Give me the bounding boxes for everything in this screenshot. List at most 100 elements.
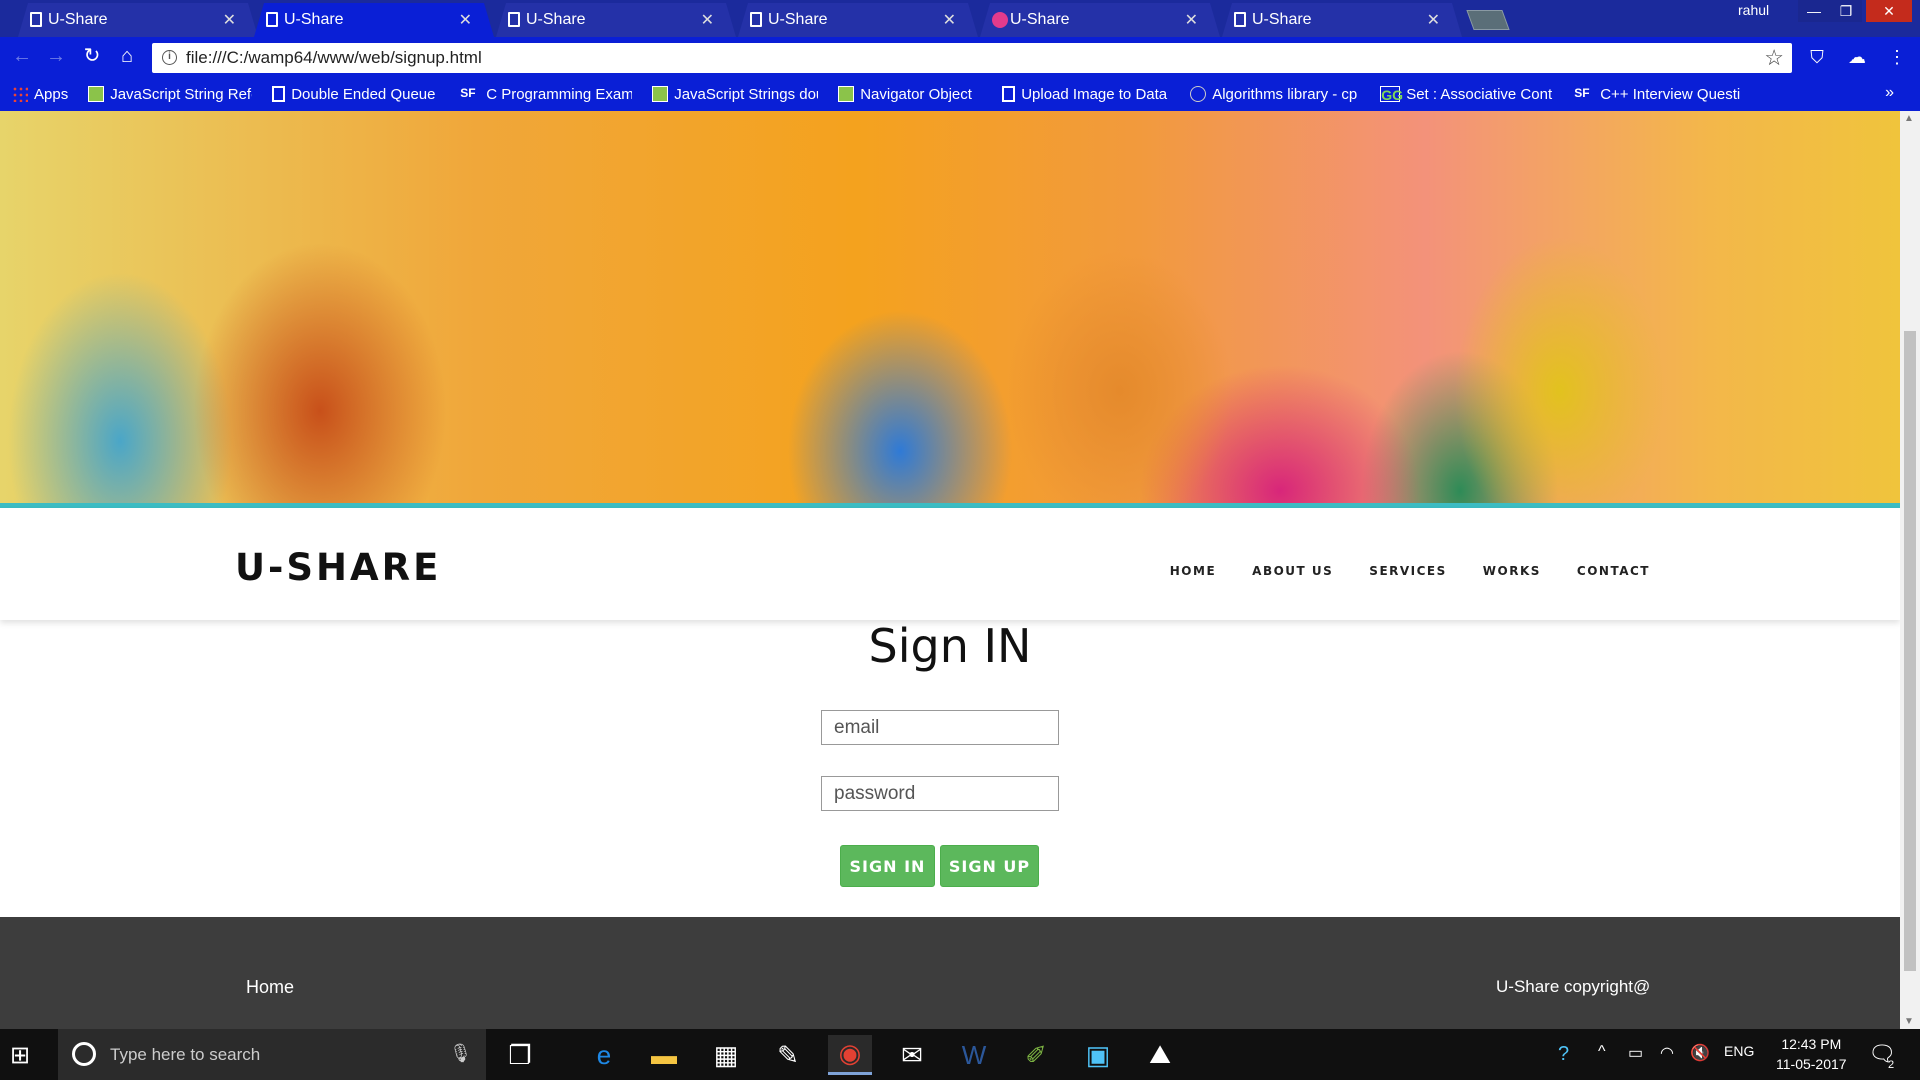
close-icon[interactable]: ✕ [1185,10,1198,30]
close-icon[interactable]: ✕ [701,10,714,30]
notification-count: 2 [1888,1059,1895,1071]
profile-name[interactable]: rahul [1738,2,1769,18]
bookmark-item[interactable]: JavaScript String Refe [88,86,252,103]
signin-button[interactable]: SIGN IN [840,845,935,887]
bookmark-item[interactable]: SF C++ Interview Questi [1574,86,1746,103]
restore-icon[interactable]: ❐ [1830,0,1862,22]
scroll-thumb[interactable] [1904,331,1916,971]
bookmark-label: C Programming Exam [486,85,633,103]
notepad-plus-icon[interactable]: ✐ [1014,1035,1058,1075]
bookmark-label: Navigator Object [860,85,972,103]
browser-tab[interactable]: U-Share ✕ [980,3,1220,37]
chevron-up-icon[interactable]: ^ [1598,1043,1606,1061]
bookmark-apps[interactable]: Apps [12,86,68,103]
browser-tab[interactable]: U-Share ✕ [738,3,978,37]
mail-icon[interactable]: ✉ [890,1035,934,1075]
bookmark-label: C++ Interview Questi [1600,85,1741,103]
volume-muted-icon[interactable]: 🔇 [1690,1043,1710,1063]
store-icon[interactable]: ▦ [704,1035,748,1075]
close-icon[interactable]: ✕ [1427,10,1440,30]
apps-grid-icon [12,86,28,102]
tab-title: U-Share [526,11,586,28]
bookmark-label: Apps [34,85,69,103]
page-icon [508,12,520,27]
help-icon[interactable]: ? [1558,1043,1569,1066]
bookmark-item[interactable]: JavaScript Strings dou [652,86,818,103]
email-field[interactable] [821,710,1059,745]
bookmark-label: Algorithms library - cp [1212,85,1358,103]
bookmark-label: JavaScript Strings dou [674,85,819,103]
chrome-icon[interactable]: ◉ [828,1035,872,1075]
scroll-up-arrow-icon[interactable]: ▲ [1904,113,1914,124]
star-bookmark-icon[interactable]: ☆ [1764,45,1784,71]
paint-icon[interactable]: ✎ [766,1035,810,1075]
shield-extension-icon[interactable]: ⛉ [1806,46,1828,68]
close-icon[interactable]: ✕ [223,10,236,30]
browser-toolbar: ← → ↻ ⌂ i file:///C:/wamp64/www/web/sign… [0,37,1920,77]
nav-services[interactable]: SERVICES [1369,564,1446,578]
browser-tabstrip: U-Share ✕ U-Share ✕ U-Share ✕ U-Share ✕ … [0,0,1920,37]
close-icon[interactable]: ✕ [943,10,956,30]
minimize-icon[interactable]: — [1798,0,1830,22]
info-icon[interactable]: i [162,50,177,65]
cloud-extension-icon[interactable]: ☁ [1846,46,1868,68]
algo-icon [1190,86,1207,102]
task-view-icon[interactable]: ❐ [498,1035,542,1075]
file-explorer-icon[interactable]: ▬ [642,1035,686,1075]
windows-start-icon[interactable]: ⊞ [10,1041,30,1070]
nav-home[interactable]: HOME [1170,564,1216,578]
photos-icon[interactable]: ⛰ [1138,1035,1182,1075]
scroll-down-arrow-icon[interactable]: ▼ [1904,1016,1914,1027]
page-scrollbar[interactable]: ▲ ▼ [1900,111,1920,1029]
taskbar-search-box[interactable]: Type here to search 🎙 [58,1029,486,1080]
hero-banner-image [0,111,1900,507]
clock-time: 12:43 PM [1781,1036,1842,1052]
more-bookmarks-chevron-icon[interactable]: » [1885,84,1894,102]
new-tab-button[interactable] [1466,10,1510,30]
language-indicator[interactable]: ENG [1724,1043,1754,1059]
bookmark-label: Double Ended Queue [291,85,436,103]
site-footer: Home U-Share copyright@ [0,917,1900,1029]
bookmark-item[interactable]: SF C Programming Exam [460,86,632,103]
password-field[interactable] [821,776,1059,811]
back-arrow-icon[interactable]: ← [10,44,34,68]
tab-title: U-Share [1252,11,1312,28]
bookmark-item[interactable]: Navigator Object [838,86,982,103]
page-icon [1234,12,1246,27]
footer-home-link[interactable]: Home [246,977,294,998]
close-window-icon[interactable]: ✕ [1866,0,1912,22]
browser-tab-active[interactable]: U-Share ✕ [254,3,494,37]
sf-icon: SF [1574,86,1590,100]
nav-about-us[interactable]: ABOUT US [1252,564,1333,578]
control-panel-icon[interactable]: ▣ [1076,1035,1120,1075]
wifi-icon[interactable]: ◠ [1660,1043,1674,1063]
nav-contact[interactable]: CONTACT [1577,564,1650,578]
image-icon [838,86,855,102]
home-icon[interactable]: ⌂ [115,44,139,68]
menu-kebab-icon[interactable]: ⋮ [1886,46,1908,68]
windows-taskbar: ⊞ Type here to search 🎙 ❐ e ▬ ▦ ✎ ◉ ✉ W … [0,1029,1920,1080]
nav-works[interactable]: WORKS [1483,564,1541,578]
browser-tab[interactable]: U-Share ✕ [496,3,736,37]
tab-title: U-Share [768,11,828,28]
address-bar[interactable]: i file:///C:/wamp64/www/web/signup.html … [152,43,1792,73]
taskbar-clock[interactable]: 12:43 PM 11-05-2017 [1776,1034,1847,1074]
forward-arrow-icon[interactable]: → [44,44,68,68]
close-icon[interactable]: ✕ [459,10,472,30]
site-logo[interactable]: U-SHARE [235,546,441,589]
bookmark-item[interactable]: Algorithms library - cp [1190,86,1360,103]
page-icon [1002,86,1016,102]
browser-tab[interactable]: U-Share ✕ [18,3,258,37]
browser-tab[interactable]: U-Share ✕ [1222,3,1462,37]
bookmark-item[interactable]: Double Ended Queue [272,86,440,103]
cortana-circle-icon[interactable] [72,1042,96,1066]
edge-browser-icon[interactable]: e [582,1035,626,1075]
bookmark-item[interactable]: Upload Image to Data [1002,86,1170,103]
signup-button[interactable]: SIGN UP [940,845,1039,887]
microphone-icon[interactable]: 🎙 [449,1043,472,1064]
reload-icon[interactable]: ↻ [80,44,104,68]
clock-date: 11-05-2017 [1776,1056,1847,1072]
word-icon[interactable]: W [952,1035,996,1075]
battery-icon[interactable]: ▭ [1628,1043,1643,1063]
bookmark-item[interactable]: GG Set : Associative Cont [1380,86,1554,103]
